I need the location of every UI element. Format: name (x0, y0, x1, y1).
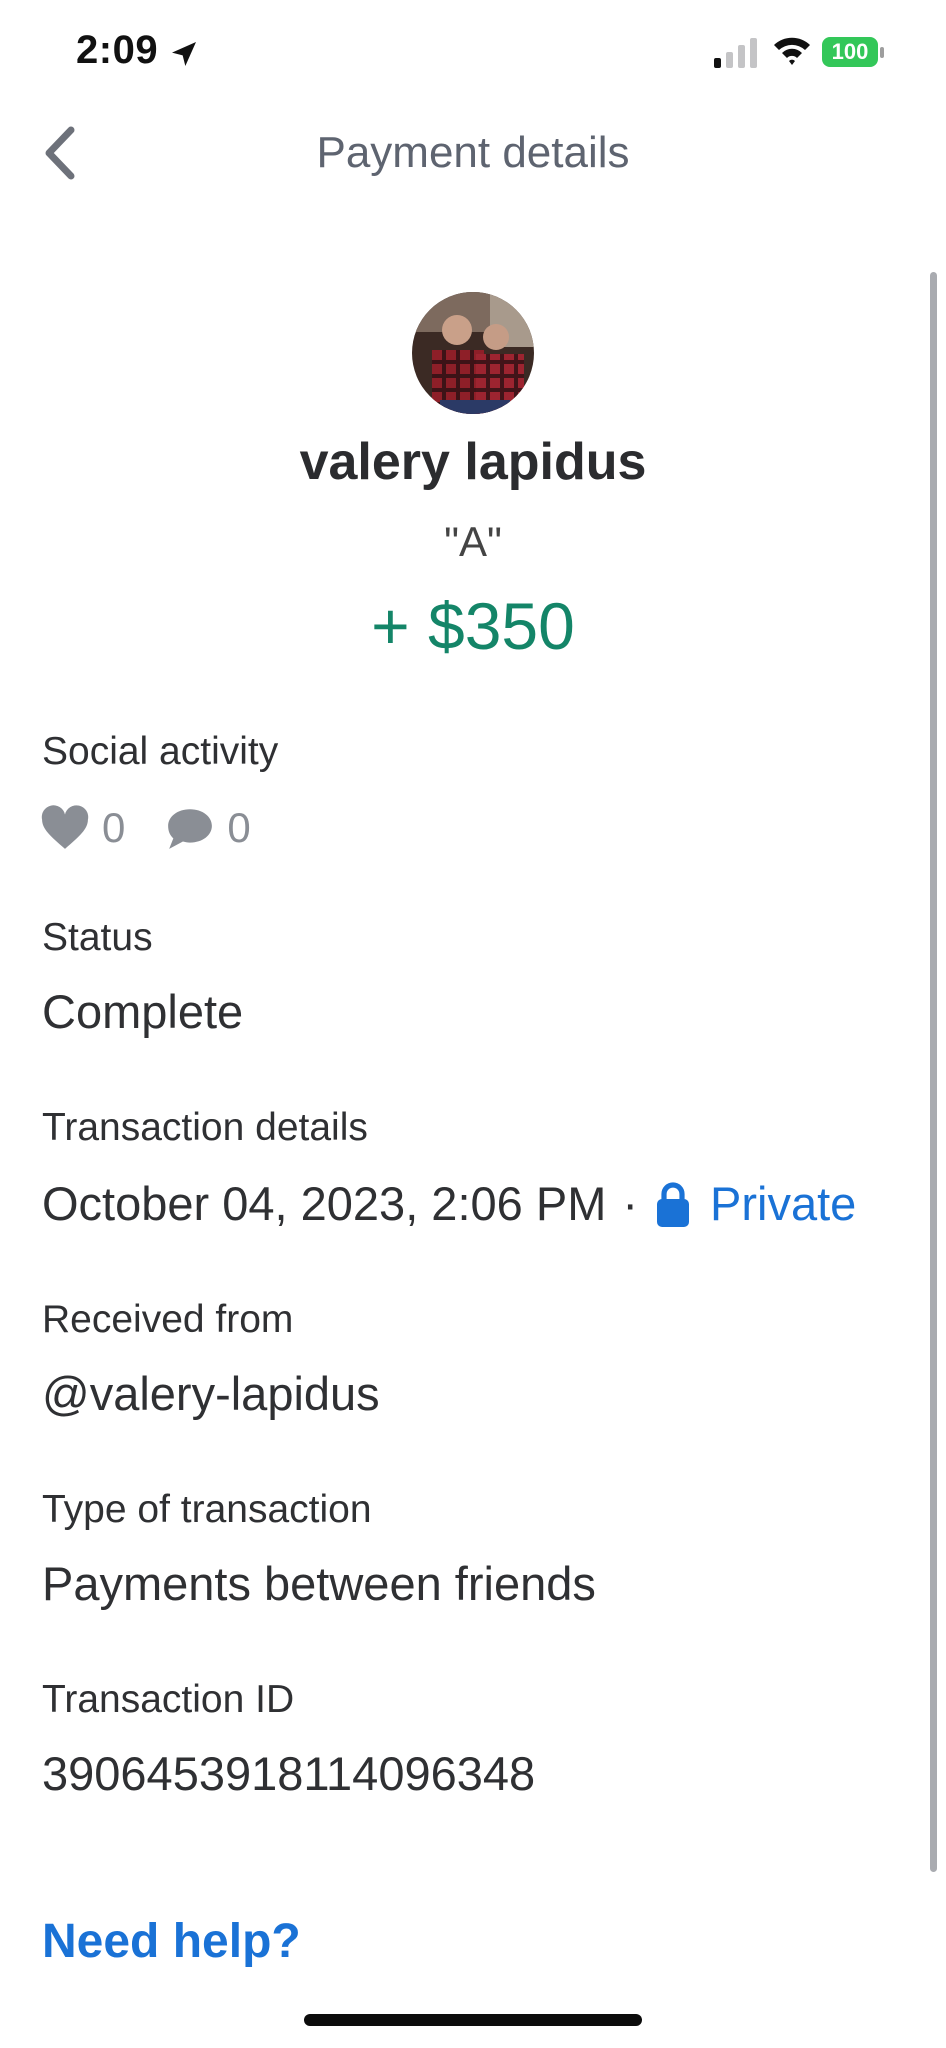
payment-amount: + $350 (371, 589, 575, 663)
lock-icon (657, 1181, 690, 1227)
payment-note: "A" (444, 518, 502, 565)
transaction-id-label: Transaction ID (42, 1678, 295, 1721)
page-title: Payment details (316, 128, 630, 177)
transaction-datetime: October 04, 2023, 2:06 PM (42, 1177, 607, 1230)
battery-indicator: 100 (822, 37, 886, 69)
social-activity-row: 0 0 (40, 800, 291, 856)
status-time: 2:09 (76, 28, 159, 72)
transaction-type-value: Payments between friends (42, 1557, 596, 1610)
transaction-details-row: October 04, 2023, 2:06 PM · Private (42, 1176, 856, 1231)
like-count: 0 (102, 804, 126, 851)
social-activity-label: Social activity (42, 730, 279, 773)
comment-button[interactable]: 0 (165, 804, 251, 852)
need-help-link[interactable]: Need help? (42, 1914, 301, 1969)
payer-name: valery lapidus (299, 433, 647, 491)
received-from-value: @valery-lapidus (42, 1367, 380, 1420)
status-label: Status (42, 916, 153, 959)
location-arrow-icon (172, 42, 196, 66)
home-indicator[interactable] (304, 2014, 642, 2026)
wifi-icon (774, 37, 810, 65)
avatar[interactable] (412, 292, 534, 414)
cellular-signal-icon (714, 38, 757, 68)
battery-cap (880, 47, 884, 58)
heart-icon (41, 805, 89, 849)
transaction-type-label: Type of transaction (42, 1488, 372, 1531)
like-button[interactable]: 0 (40, 804, 125, 852)
battery-level: 100 (822, 37, 878, 67)
status-value: Complete (42, 985, 244, 1038)
scrollbar[interactable] (930, 272, 937, 1872)
transaction-details-label: Transaction details (42, 1106, 368, 1149)
comment-count: 0 (227, 804, 251, 851)
received-from-label: Received from (42, 1298, 294, 1341)
transaction-id-value: 3906453918114096348 (42, 1747, 536, 1800)
privacy-setting[interactable]: Private (710, 1176, 856, 1231)
comment-bubble-icon (168, 809, 213, 849)
separator-dot: · (622, 1177, 639, 1230)
